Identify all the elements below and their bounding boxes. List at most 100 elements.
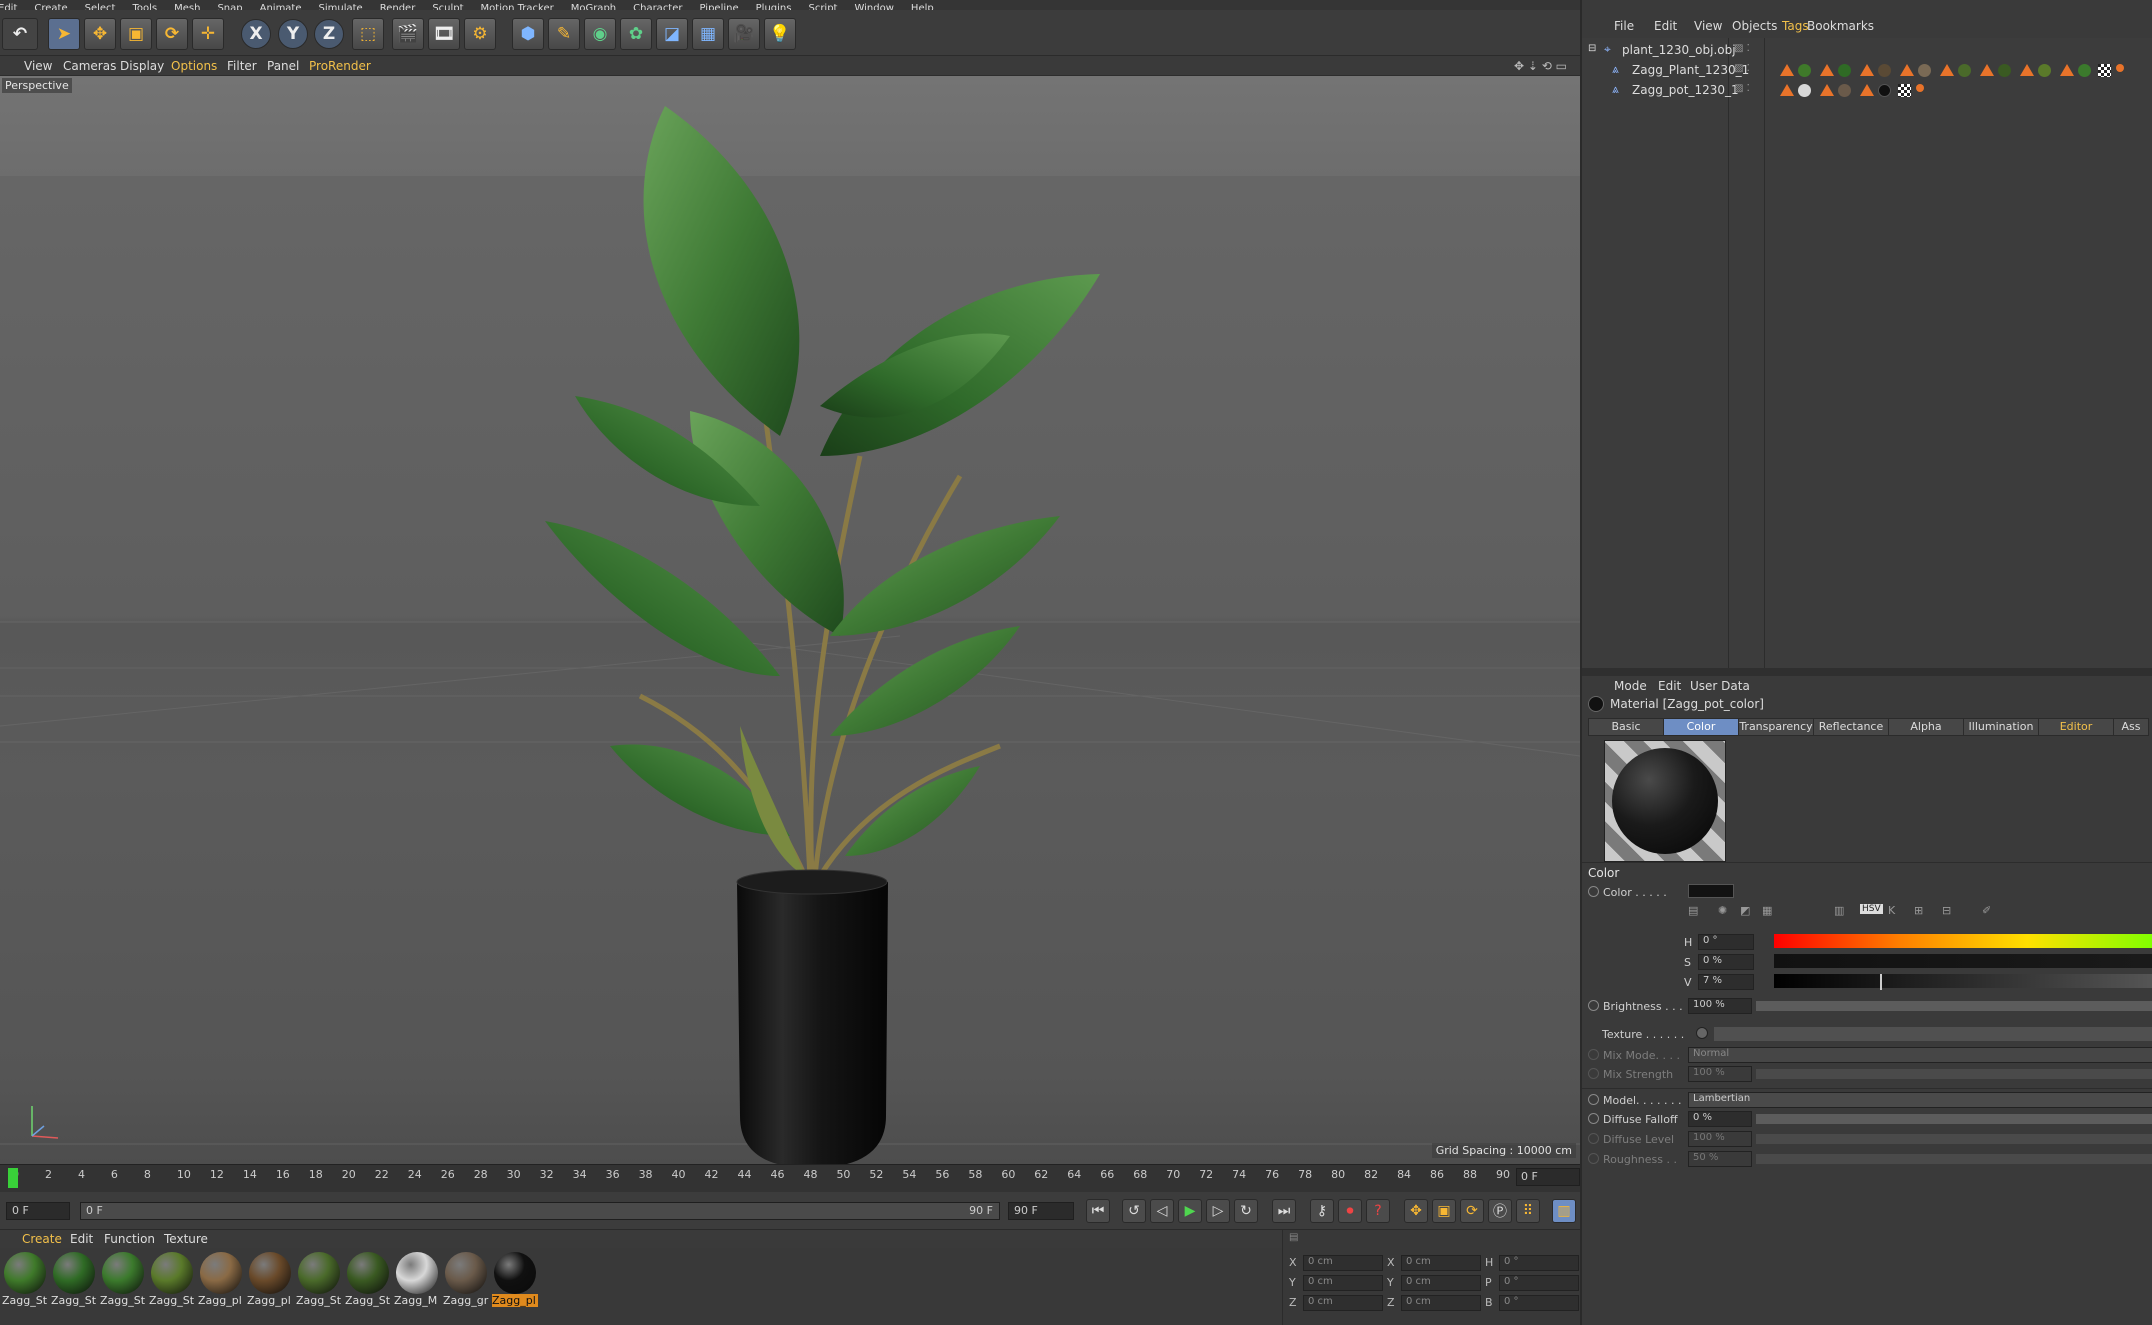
tab-color[interactable]: Color [1663,718,1739,736]
phong-tag-icon[interactable] [2060,64,2074,76]
animation-dot-icon[interactable] [1588,886,1599,897]
texture-slot[interactable] [1714,1027,2152,1041]
subdivision-button[interactable]: ◉ [584,18,616,50]
render-picture-viewer-button[interactable]: 🎞 [428,18,460,50]
texture-tag-icon[interactable] [1898,84,1911,97]
swatches-mode-icon[interactable]: ⊟ [1942,904,1951,917]
material-tag-icon[interactable] [1878,84,1891,97]
material-tag-icon[interactable] [1798,84,1811,97]
viewport-menu-display[interactable]: Display [120,59,164,73]
timeline-ruler[interactable]: 0246810121416182022242628303234363840424… [0,1164,1580,1192]
next-frame-button[interactable]: ▷ [1206,1199,1230,1223]
color-swatch[interactable] [1688,884,1734,898]
keyframe-selection-button[interactable]: ? [1366,1199,1390,1223]
panel-divider[interactable] [1582,668,2152,676]
coord-value-field[interactable]: 0 cm [1401,1295,1481,1311]
x-axis-lock-button[interactable]: X [241,19,271,49]
phong-tag-icon[interactable] [1900,64,1914,76]
phong-tag-icon[interactable] [2020,64,2034,76]
object-row[interactable]: ⊟ ⌖ plant_1230_obj.obj ▨ ⁚ [1582,40,2152,60]
viewport-nav-icons[interactable]: ✥ ⇣ ⟲ ▭ [1514,59,1567,73]
value-slider[interactable] [1774,974,2152,988]
goto-start-button[interactable]: ⏮ [1086,1199,1110,1223]
material-swatch[interactable]: Zagg_gr [443,1252,489,1307]
light-button[interactable]: 💡 [764,18,796,50]
coordinate-system-button[interactable]: ⬚ [352,18,384,50]
color-spectrum-icon[interactable]: ▤ [1688,904,1698,917]
next-key-button[interactable]: ↻ [1234,1199,1258,1223]
object-row[interactable]: ⩓ Zagg_pot_1230_1 ▨ ⁚ [1582,80,2152,100]
autokey-button[interactable]: ⏺ [1338,1199,1362,1223]
color-wheel-icon[interactable]: ✺ [1718,904,1727,917]
material-tag-icon[interactable] [1838,64,1851,77]
coord-value-field[interactable]: 0 cm [1401,1255,1481,1271]
material-swatch[interactable]: Zagg_pl [492,1252,538,1307]
kelvin-mode-icon[interactable]: K [1888,904,1895,917]
3d-viewport[interactable]: Perspective Grid Spacing: 10000 cm [0,76,1580,1164]
animation-dot-icon[interactable] [1588,1153,1599,1164]
cloner-button[interactable]: ✿ [620,18,652,50]
material-tag-icon[interactable] [1918,64,1931,77]
object-menu-tags[interactable]: Tags [1782,19,1809,33]
phong-tag-icon[interactable] [1780,64,1794,76]
select-tool-button[interactable]: ➤ [48,18,80,50]
phong-tag-icon[interactable] [1820,64,1834,76]
tab-reflectance[interactable]: Reflectance [1813,718,1889,736]
phong-tag-icon[interactable] [1860,64,1874,76]
material-menu-edit[interactable]: Edit [70,1232,93,1246]
color-picture-icon[interactable]: ▦ [1762,904,1772,917]
key-position-button[interactable]: ✥ [1404,1199,1428,1223]
material-preview[interactable] [1604,740,1726,862]
material-swatch[interactable]: Zagg_pl [198,1252,244,1307]
rotate-tool-button[interactable]: ⟳ [156,18,188,50]
material-swatch[interactable]: Zagg_St [2,1252,48,1307]
object-row[interactable]: ⩓ Zagg_Plant_1230_1 ▨ ⁚ [1582,60,2152,80]
material-swatch[interactable]: Zagg_pl [247,1252,293,1307]
tab-illumination[interactable]: Illumination [1963,718,2039,736]
viewport-menu-options[interactable]: Options [171,59,217,73]
attr-menu-user-data[interactable]: User Data [1690,679,1750,693]
key-parameter-button[interactable]: Ⓟ [1488,1199,1512,1223]
mix-strength-slider[interactable] [1756,1069,2152,1079]
cube-object-button[interactable]: ⬢ [512,18,544,50]
rgb-mode-icon[interactable]: ▥ [1834,904,1844,917]
tab-basic[interactable]: Basic [1588,718,1664,736]
phong-tag-icon[interactable] [1780,84,1794,96]
visibility-dots-icon[interactable]: ▨ ⁚ [1734,63,1750,74]
eyedropper-icon[interactable]: ✐ [1982,904,1991,917]
tab-ass[interactable]: Ass [2113,718,2149,736]
hsv-mode-icon[interactable]: HSV [1860,904,1883,914]
material-tag-icon[interactable] [2038,64,2051,77]
diffuse-falloff-slider[interactable] [1756,1114,2152,1124]
texture-tag-icon[interactable] [2098,64,2111,77]
play-button[interactable]: ▶ [1178,1199,1202,1223]
material-swatch[interactable]: Zagg_St [51,1252,97,1307]
y-axis-lock-button[interactable]: Y [278,19,308,49]
selection-tag-icon[interactable] [1916,84,1924,92]
animation-dot-icon[interactable] [1588,1113,1599,1124]
material-swatch[interactable]: Zagg_St [149,1252,195,1307]
diffuse-falloff-field[interactable]: 0 % [1688,1111,1752,1127]
material-menu-create[interactable]: Create [22,1232,62,1246]
animation-dot-icon[interactable] [1588,1068,1599,1079]
end-frame-field[interactable]: 90 F [1008,1202,1074,1220]
material-tag-icon[interactable] [2078,64,2091,77]
coord-value-field[interactable]: 0 cm [1303,1295,1383,1311]
mix-strength-field[interactable]: 100 % [1688,1066,1752,1082]
hue-field[interactable]: 0 ° [1698,934,1754,950]
timeline-playhead[interactable] [8,1168,18,1188]
key-rotation-button[interactable]: ⟳ [1460,1199,1484,1223]
viewport-menu-prorender[interactable]: ProRender [309,59,371,73]
material-menu-function[interactable]: Function [104,1232,155,1246]
material-swatch[interactable]: Zagg_St [296,1252,342,1307]
animation-dot-icon[interactable] [1588,1049,1599,1060]
brightness-field[interactable]: 100 % [1688,998,1752,1014]
saturation-slider[interactable] [1774,954,2152,968]
object-menu-view[interactable]: View [1694,19,1722,33]
key-pla-button[interactable]: ⠿ [1516,1199,1540,1223]
viewport-menu-view[interactable]: View [24,59,52,73]
record-keys-button[interactable]: ⚷ [1310,1199,1334,1223]
scale-tool-button[interactable]: ▣ [120,18,152,50]
tab-alpha[interactable]: Alpha [1888,718,1964,736]
tab-editor[interactable]: Editor [2038,718,2114,736]
